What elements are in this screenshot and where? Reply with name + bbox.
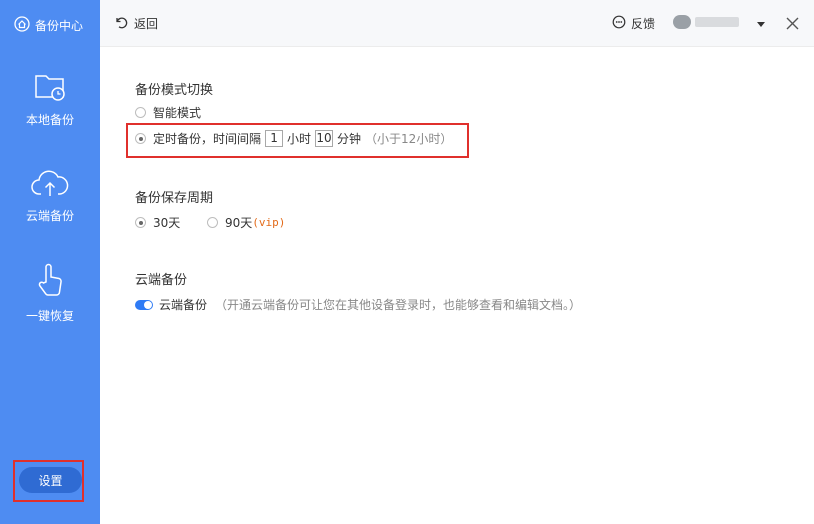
cloud-backup-toggle[interactable] [135,299,153,310]
sidebar-item-label: 本地备份 [25,113,74,127]
sidebar-item-cloud-backup[interactable]: 云端备份 [0,168,100,224]
feedback-button[interactable]: 反馈 [612,15,655,32]
minutes-input[interactable]: 10 [315,130,334,147]
sidebar-item-label: 一键恢复 [25,309,74,323]
sidebar-item-label: 云端备份 [25,209,74,223]
hand-pointer-icon [0,262,100,301]
settings-highlight-box: 设置 [13,460,84,502]
chat-bubble-icon [612,15,626,32]
back-arrow-icon [114,16,128,32]
timed-backup-label: 定时备份，时间间隔 [153,132,262,146]
home-icon [14,16,30,35]
radio-button[interactable] [207,217,218,228]
cloud-upload-icon [0,168,100,201]
caret-down-icon[interactable] [757,17,765,31]
smart-mode-label: 智能模式 [153,106,202,120]
cloud-backup-description: （开通云端备份可让您在其他设备登录时，也能够查看和编辑文档。） [215,298,582,312]
back-label: 返回 [134,17,159,31]
brand: 备份中心 [14,16,83,35]
settings-button[interactable]: 设置 [19,467,82,493]
backup-mode-title: 备份模式切换 [135,83,214,98]
retention-title: 备份保存周期 [135,191,214,206]
hours-input[interactable]: 1 [265,130,284,147]
top-bar: 返回 反馈 [100,0,814,47]
vip-badge: (vip) [252,216,286,229]
radio-button[interactable] [135,133,146,144]
sidebar-item-restore[interactable]: 一键恢复 [0,262,100,324]
cloud-backup-row: 云端备份 （开通云端备份可让您在其他设备登录时，也能够查看和编辑文档。） [135,296,581,313]
cloud-backup-title: 云端备份 [135,273,188,288]
close-icon[interactable] [786,17,799,33]
radio-90-days[interactable]: 90天 (vip) [207,214,285,231]
retention-90-label: 90天 [225,216,253,230]
folder-clock-icon [0,70,100,105]
sidebar-item-local-backup[interactable]: 本地备份 [0,70,100,128]
avatar [673,15,691,29]
username-redacted [695,17,739,27]
radio-30-days[interactable]: 30天 [135,214,180,231]
interval-hint: （小于12小时） [365,132,453,146]
user-account[interactable] [673,15,741,29]
radio-timed-backup[interactable]: 定时备份，时间间隔 1 小时 10 分钟 （小于12小时） [135,130,452,147]
sidebar: 备份中心 本地备份 云端备份 一键恢复 设置 [0,0,100,524]
radio-button[interactable] [135,107,146,118]
cloud-backup-toggle-label: 云端备份 [159,298,208,312]
radio-button[interactable] [135,217,146,228]
brand-title: 备份中心 [35,19,84,33]
back-button[interactable]: 返回 [114,15,158,32]
minutes-unit: 分钟 [337,132,362,146]
retention-30-label: 30天 [153,216,181,230]
hours-unit: 小时 [287,132,312,146]
radio-smart-mode[interactable]: 智能模式 [135,104,201,121]
feedback-label: 反馈 [631,17,656,31]
settings-content: 备份模式切换 智能模式 定时备份，时间间隔 1 小时 10 分钟 （小于12小时… [100,46,814,524]
